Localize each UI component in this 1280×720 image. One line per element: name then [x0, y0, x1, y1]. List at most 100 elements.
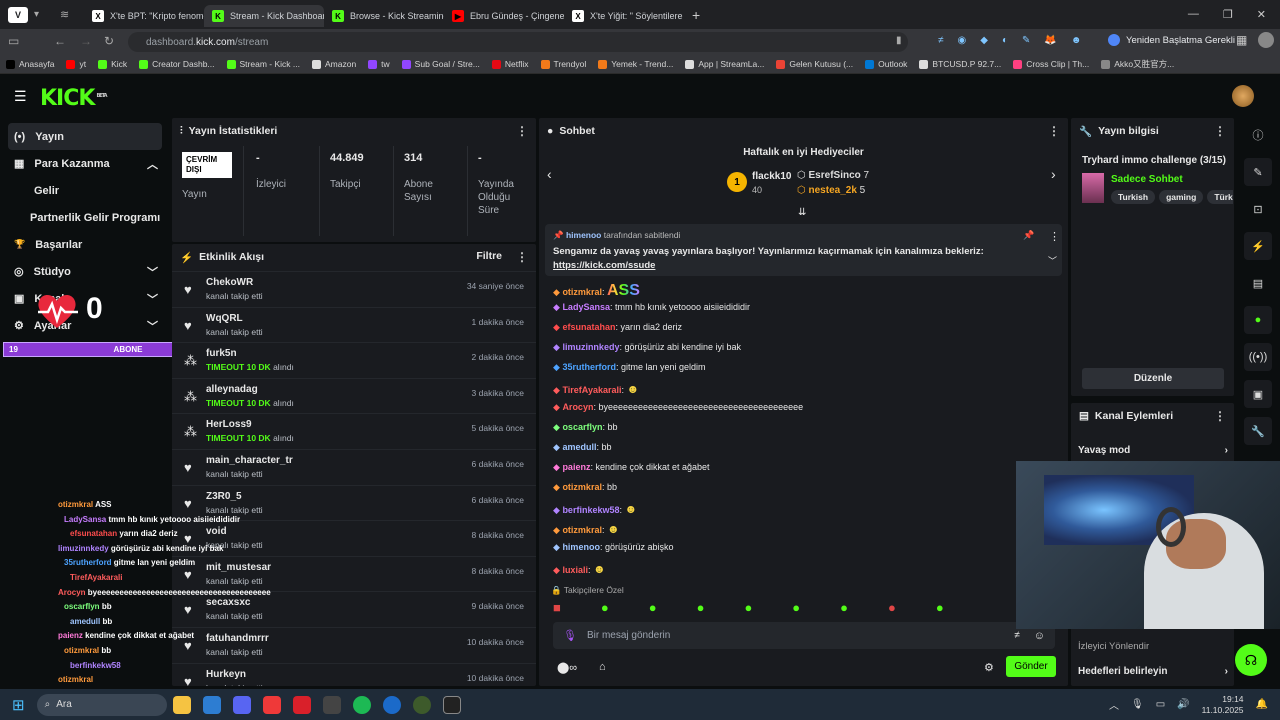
chat-username[interactable]: limuzinnkedy	[562, 342, 619, 352]
lightning-icon[interactable]: ⚡	[1244, 232, 1272, 260]
store-icon[interactable]	[202, 695, 221, 714]
url-field[interactable]: dashboard. kick.com/stream	[128, 32, 908, 52]
activity-item[interactable]: ⁂ HerLoss9 TIMEOUT 10 DK alındı 5 dakika ön…	[172, 413, 536, 449]
points-icon[interactable]: ⬤∞	[557, 661, 577, 674]
activity-item[interactable]: ♥ fatuhandmrrr kanalı takip etti 10 dakika …	[172, 627, 536, 663]
activity-user[interactable]: Hurkeyn	[206, 669, 246, 680]
bookmark-item[interactable]: Anasayfa	[6, 59, 54, 69]
windows-start-icon[interactable]: ⊞	[12, 696, 25, 714]
stack-icon[interactable]: ≋	[60, 8, 84, 21]
bookmark-item[interactable]: Outlook	[865, 59, 907, 69]
chat-settings-icon[interactable]: ⚙	[984, 661, 994, 674]
edit-button[interactable]: Düzenle	[1082, 368, 1224, 389]
chevron-left-icon[interactable]: ‹	[547, 166, 552, 182]
broadcast-icon[interactable]: ((•))	[1244, 343, 1272, 371]
app-icon[interactable]	[412, 695, 431, 714]
browser-tab[interactable]: X X'te Yiğit: " Söylentilere	[564, 5, 684, 27]
more-options-icon[interactable]: ⋮	[1048, 124, 1060, 138]
bookmark-icon[interactable]: ▮	[896, 35, 902, 46]
activity-user[interactable]: ChekoWR	[206, 277, 253, 288]
activity-user[interactable]: Z3R0_5	[206, 491, 242, 502]
set-goals-action[interactable]: Hedefleri belirleyin ›	[1078, 666, 1228, 677]
chat-username[interactable]: 35rutherford	[562, 362, 616, 372]
more-options-icon[interactable]: ⋮	[516, 250, 528, 264]
support-icon[interactable]: ☊	[1235, 644, 1267, 676]
browser-tab[interactable]: ▶ Ebru Gündeş - Çingenem (	[444, 5, 564, 27]
info-icon[interactable]: ⓘ	[1244, 121, 1272, 149]
gifter-name[interactable]: EsrefSinco	[809, 170, 861, 181]
activity-item[interactable]: ♥ WqQRL kanalı takip etti 1 dakika önce	[172, 306, 536, 343]
chevron-down-icon[interactable]: ﹀	[1048, 254, 1057, 267]
chat-username[interactable]: paienz	[562, 462, 590, 472]
activity-user[interactable]: mit_mustesar	[206, 562, 271, 573]
more-options-icon[interactable]: ⋮	[1214, 409, 1226, 423]
close-icon[interactable]: ✕	[1257, 8, 1266, 21]
sidebar-item-stream[interactable]: (•) Yayın	[8, 123, 162, 150]
more-options-icon[interactable]: ⋮	[1049, 230, 1060, 243]
emote-icon[interactable]: ●	[840, 600, 848, 615]
chevron-down-icon[interactable]: ▾	[34, 9, 60, 20]
chat-username[interactable]: oscarflyn	[562, 422, 602, 432]
emote-icon[interactable]: ●	[649, 600, 657, 615]
emote-icon[interactable]: ●	[792, 600, 800, 615]
bookmark-item[interactable]: Trendyol	[540, 59, 586, 69]
mic-icon[interactable]: 🎙	[563, 629, 577, 642]
slow-mode-action[interactable]: Yavaş mod ›	[1078, 445, 1228, 456]
extension-icon[interactable]: ✎	[1022, 35, 1030, 46]
bookmark-item[interactable]: tw	[368, 59, 390, 69]
bookmark-item[interactable]: App | StreamLa...	[685, 59, 764, 69]
chat-username[interactable]: TirefAyakarali	[562, 385, 621, 395]
chat-username[interactable]: LadySansa	[562, 302, 610, 312]
app-icon[interactable]	[292, 695, 311, 714]
bookmark-item[interactable]: Yemek - Trend...	[598, 59, 673, 69]
sidebar-item-channel[interactable]: ▣Kanal﹀	[0, 285, 170, 312]
vivaldi-icon[interactable]	[262, 695, 281, 714]
activity-item[interactable]: ♥ ChekoWR kanalı takip etti 34 saniye önce	[172, 271, 536, 307]
sidebar-item-studio[interactable]: ◎ Stüdyo ﹀	[0, 258, 170, 285]
chat-username[interactable]: Arocyn	[562, 402, 593, 412]
volume-icon[interactable]: 🔊	[1177, 699, 1189, 710]
new-tab-icon[interactable]: +	[692, 7, 700, 23]
bookmark-item[interactable]: BTCUSD.P 92.7...	[919, 59, 1001, 69]
sidebar-item-settings[interactable]: ⚙ Ayarlar ﹀	[0, 312, 170, 339]
activity-item[interactable]: ⁂ alleynadag TIMEOUT 10 DK alındı 3 dakika …	[172, 377, 536, 414]
chat-username[interactable]: otizmkral	[562, 482, 602, 492]
bookmark-item[interactable]: Sub Goal / Stre...	[401, 59, 480, 69]
emote-icon[interactable]: ●	[697, 600, 705, 615]
minimize-icon[interactable]: —	[1188, 8, 1199, 21]
bookmark-item[interactable]: Akko又胜官方...	[1101, 58, 1174, 70]
activity-item[interactable]: ♥ void kanalı takip etti 8 dakika önce	[172, 520, 536, 556]
edit-icon[interactable]: ✎	[1244, 158, 1272, 186]
pinned-by-user[interactable]: himenoo	[566, 230, 601, 240]
chat-username[interactable]: amedull	[562, 442, 596, 452]
browser-tab[interactable]: K Stream - Kick Dashboard	[204, 5, 324, 27]
extension-icon[interactable]: ◉	[958, 35, 967, 46]
send-button[interactable]: Gönder	[1006, 656, 1056, 677]
emote-icon[interactable]: ■	[553, 600, 561, 615]
restart-required-notice[interactable]: Yeniden Başlatma Gerekli	[1108, 34, 1235, 46]
emote-icon[interactable]: ●	[936, 600, 944, 615]
pin-icon[interactable]: 📌	[1023, 230, 1034, 241]
chat-username[interactable]: luxiali	[562, 565, 588, 575]
activity-user[interactable]: WqQRL	[206, 313, 243, 324]
sidebar-item-monetization[interactable]: ▦ Para Kazanma ︿	[0, 150, 170, 177]
file-explorer-icon[interactable]	[172, 695, 191, 714]
discord-icon[interactable]	[232, 695, 251, 714]
chat-username[interactable]: himenoo	[562, 542, 600, 552]
spotify-icon[interactable]	[352, 695, 371, 714]
gifter-name[interactable]: nestea_2k	[809, 185, 857, 196]
bookmark-item[interactable]: Cross Clip | Th...	[1013, 59, 1089, 69]
store-icon[interactable]: ⌂	[599, 661, 606, 673]
emote-icon[interactable]: ●	[744, 600, 752, 615]
steam-icon[interactable]	[382, 695, 401, 714]
taskbar-clock[interactable]: 19:14 11.10.2025	[1202, 694, 1244, 716]
bookmark-item[interactable]: Amazon	[311, 59, 356, 69]
taskbar-search[interactable]: ⌕ Ara	[36, 693, 167, 716]
layout-icon[interactable]: ▣	[1244, 380, 1272, 408]
scroll-down-icon[interactable]: ⇊	[798, 207, 806, 218]
back-icon[interactable]: ←	[54, 34, 66, 48]
extension-icon[interactable]: ◆	[980, 35, 988, 46]
maximize-icon[interactable]: ❐	[1223, 8, 1233, 21]
bookmark-item[interactable]: Gelen Kutusu (...	[776, 59, 853, 69]
obs-icon[interactable]	[322, 695, 341, 714]
